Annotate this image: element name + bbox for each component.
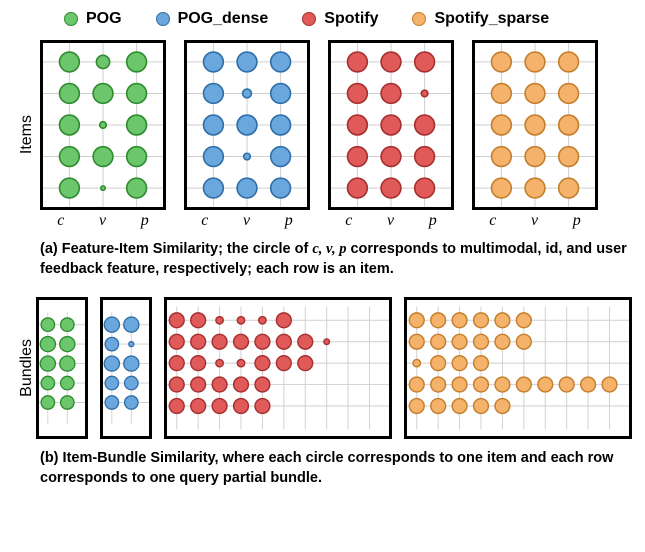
x-tick: v: [99, 212, 106, 230]
panel-b-group: [36, 297, 632, 439]
panel-b-1: [100, 297, 152, 439]
x-tick: c: [57, 212, 64, 230]
legend-label: Spotify: [324, 10, 378, 28]
panel-b-0: [36, 297, 88, 439]
panel-a-0: [40, 40, 166, 210]
dot-icon: [302, 12, 316, 26]
x-tick: v: [243, 212, 250, 230]
legend-label: Spotify_sparse: [434, 10, 549, 28]
panel-a-group: cvpcvpcvpcvp: [40, 40, 598, 230]
legend-item-spotify: Spotify: [302, 10, 378, 28]
panel-b-3: [404, 297, 632, 439]
x-tick: c: [345, 212, 352, 230]
x-tick: v: [531, 212, 538, 230]
legend-label: POG: [86, 10, 122, 28]
x-tick: c: [201, 212, 208, 230]
panel-a-2: [328, 40, 454, 210]
x-tick: p: [285, 212, 293, 230]
legend-item-spotify-sparse: Spotify_sparse: [412, 10, 549, 28]
legend: POG POG_dense Spotify Spotify_sparse: [64, 10, 627, 28]
x-tick: p: [429, 212, 437, 230]
x-tick: c: [489, 212, 496, 230]
legend-item-pog-dense: POG_dense: [156, 10, 269, 28]
x-tick: v: [387, 212, 394, 230]
panel-a-1: [184, 40, 310, 210]
x-tick: p: [141, 212, 149, 230]
dot-icon: [412, 12, 426, 26]
caption-a: (a) Feature-Item Similarity; the circle …: [40, 240, 627, 279]
caption-b: (b) Item-Bundle Similarity, where each c…: [40, 449, 627, 488]
dot-icon: [64, 12, 78, 26]
legend-label: POG_dense: [178, 10, 269, 28]
legend-item-pog: POG: [64, 10, 122, 28]
y-axis-label-items: Items: [18, 115, 40, 154]
panel-b-2: [164, 297, 392, 439]
x-tick: p: [573, 212, 581, 230]
y-axis-label-bundles: Bundles: [18, 339, 36, 397]
dot-icon: [156, 12, 170, 26]
panel-a-3: [472, 40, 598, 210]
